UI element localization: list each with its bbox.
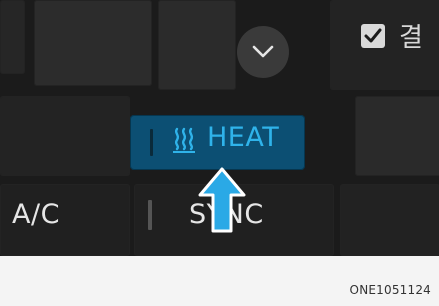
climate-control-panel: 결 HEAT A/C SYNC [0, 0, 439, 256]
ac-button-label: A/C [12, 199, 60, 230]
background-key [0, 0, 25, 74]
checkmark-icon [364, 28, 382, 43]
up-arrow-icon [198, 167, 246, 233]
sync-indicator-light [148, 200, 152, 230]
expand-button[interactable] [237, 26, 289, 78]
background-key [0, 96, 130, 176]
heat-button-label: HEAT [207, 122, 280, 153]
background-key [340, 184, 439, 256]
background-key [34, 0, 152, 86]
figure-code: ONE1051124 [349, 283, 431, 297]
checkbox[interactable] [361, 24, 385, 48]
heat-indicator-light [150, 129, 153, 156]
checkbox-label: 결 [399, 23, 423, 53]
caption-area [0, 256, 439, 306]
heated-seat-icon [173, 127, 195, 153]
chevron-down-icon [252, 45, 274, 58]
background-key [158, 0, 236, 90]
background-key [355, 96, 439, 176]
